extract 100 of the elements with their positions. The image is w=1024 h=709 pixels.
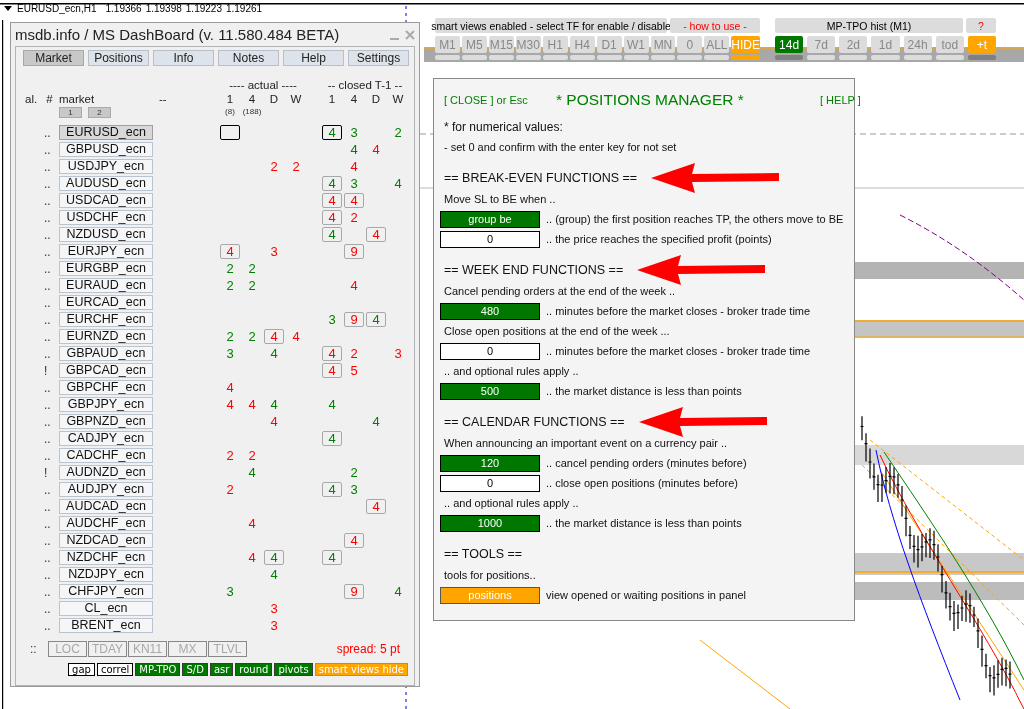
alert-mark: .. <box>43 279 51 293</box>
symbol-button[interactable]: GBPUSD_ecn <box>59 141 153 157</box>
page-button[interactable]: 2 <box>88 107 111 118</box>
symbol-button[interactable]: NZDJPY_ecn <box>59 566 153 582</box>
symbol-button[interactable]: GBPNZD_ecn <box>59 413 153 429</box>
alert-mark: .. <box>43 381 51 395</box>
signal-value: 4 <box>349 158 359 174</box>
alert-mark: .. <box>43 228 51 242</box>
value-field[interactable]: 0 <box>440 230 540 248</box>
symbol-button[interactable]: AUDUSD_ecn <box>59 175 153 191</box>
alert-mark: .. <box>43 602 51 616</box>
value-field[interactable]: 0 <box>440 342 540 360</box>
section-heading: == BREAK-EVEN FUNCTIONS == <box>444 171 638 185</box>
tab[interactable]: Settings <box>348 50 409 66</box>
symbol-button[interactable]: USDJPY_ecn <box>59 158 153 174</box>
signal-value: 4 <box>371 413 381 429</box>
close-link[interactable]: [ CLOSE ] or Esc <box>444 94 556 106</box>
page-button[interactable]: 1 <box>59 107 82 118</box>
symbol-button[interactable]: CL_ecn <box>59 600 153 616</box>
symbol-button[interactable]: EURAUD_ecn <box>59 277 153 293</box>
signal-value: 4 <box>269 413 279 429</box>
signal-value: 4 <box>366 226 386 242</box>
tab[interactable]: Positions <box>88 50 149 66</box>
signal-value: 2 <box>225 277 235 293</box>
view-toggle-button[interactable]: round <box>235 663 273 676</box>
column-header: 1 <box>225 93 235 105</box>
signal-value: 4 <box>269 345 279 361</box>
column-header: -- <box>158 93 168 105</box>
symbol-button[interactable]: NZDCHF_ecn <box>59 549 153 565</box>
range-button[interactable]: 14d <box>775 36 804 53</box>
view-toggle-button[interactable]: S/D <box>182 663 208 676</box>
price-value: 1.19366 <box>105 3 142 14</box>
tab[interactable]: Market <box>23 50 84 66</box>
view-toggle-button[interactable]: gap <box>68 663 95 676</box>
symbol-button[interactable]: EURCAD_ecn <box>59 294 153 310</box>
signal-value: 2 <box>247 328 257 344</box>
symbol-button[interactable]: EURJPY_ecn <box>59 243 153 259</box>
help-link[interactable]: [ HELP ] <box>782 94 861 106</box>
symbol-button[interactable]: NZDCAD_ecn <box>59 532 153 548</box>
symbol-button[interactable]: EURCHF_ecn <box>59 311 153 327</box>
section-heading: == CALENDAR FUNCTIONS == <box>444 415 625 429</box>
value-field[interactable]: 120 <box>440 454 540 472</box>
signal-value: 4 <box>264 328 284 344</box>
symbol-button[interactable]: BRENT_ecn <box>59 617 153 633</box>
symbol-button[interactable]: AUDCHF_ecn <box>59 515 153 531</box>
signal-value: 4 <box>247 396 257 412</box>
signal-value: 4 <box>322 124 342 140</box>
close-icon[interactable] <box>405 29 415 40</box>
value-field[interactable]: 500 <box>440 382 540 400</box>
alert-mark: .. <box>43 415 51 429</box>
symbol-button[interactable]: GBPJPY_ecn <box>59 396 153 412</box>
symbol-button[interactable]: CADJPY_ecn <box>59 430 153 446</box>
column-header: W <box>391 93 405 105</box>
signal-value: 3 <box>269 617 279 633</box>
symbol-button[interactable]: CADCHF_ecn <box>59 447 153 463</box>
signal-value: 4 <box>269 396 279 412</box>
view-toggle-button[interactable]: MP-TPO <box>135 663 181 676</box>
alert-mark: .. <box>43 313 51 327</box>
signal-value: 2 <box>225 481 235 497</box>
symbol-button[interactable]: CHFJPY_ecn <box>59 583 153 599</box>
signal-value: 4 <box>322 192 342 208</box>
signal-value: 4 <box>322 209 342 225</box>
signal-value: 4 <box>366 311 386 327</box>
signal-value: 4 <box>393 583 403 599</box>
signal-value: 4 <box>322 481 342 497</box>
symbol-button[interactable]: AUDJPY_ecn <box>59 481 153 497</box>
view-toggle-button[interactable]: pivots <box>274 663 313 676</box>
value-field[interactable]: group be <box>440 210 540 228</box>
view-toggle-button[interactable]: correl <box>96 663 134 676</box>
alert-mark: .. <box>43 296 51 310</box>
symbol-button[interactable]: AUDCAD_ecn <box>59 498 153 514</box>
symbol-button[interactable]: EURGBP_ecn <box>59 260 153 276</box>
symbol-button[interactable]: USDCAD_ecn <box>59 192 153 208</box>
drag-handle[interactable]: :: <box>30 642 48 656</box>
symbol-button[interactable]: NZDUSD_ecn <box>59 226 153 242</box>
alert-mark: .. <box>43 551 51 565</box>
signal-value: 4 <box>269 566 279 582</box>
spread-label: spread: 5 pt <box>336 642 400 656</box>
symbol-button[interactable]: EURUSD_ecn <box>59 124 153 140</box>
symbol-button[interactable]: USDCHF_ecn <box>59 209 153 225</box>
description-text: When announcing an important event on a currency pair .. <box>444 437 728 449</box>
alert-mark: .. <box>43 262 51 276</box>
tab[interactable]: Notes <box>218 50 279 66</box>
symbol-button[interactable]: GBPCAD_ecn <box>59 362 153 378</box>
symbol-button[interactable]: AUDNZD_ecn <box>59 464 153 480</box>
price-value: 1.19261 <box>225 3 263 14</box>
symbol-button[interactable]: GBPAUD_ecn <box>59 345 153 361</box>
signal-value: 4 <box>322 549 342 565</box>
value-field[interactable]: 1000 <box>440 514 540 532</box>
signal-value: 3 <box>225 345 235 361</box>
value-field[interactable]: 0 <box>440 474 540 492</box>
alert-mark: .. <box>43 585 51 599</box>
tab[interactable]: Info <box>153 50 214 66</box>
view-toggle-button[interactable]: asr <box>209 663 234 676</box>
symbol-button[interactable]: GBPCHF_ecn <box>59 379 153 395</box>
symbol-button[interactable]: EURNZD_ecn <box>59 328 153 344</box>
tab[interactable]: Help <box>283 50 344 66</box>
value-field[interactable]: 480 <box>440 302 540 320</box>
alert-mark: .. <box>43 534 51 548</box>
dropdown-arrow-icon[interactable] <box>4 6 12 11</box>
